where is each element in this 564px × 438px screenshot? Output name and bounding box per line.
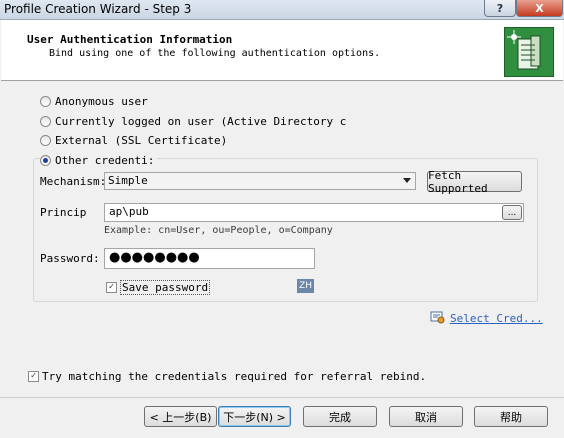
radio-other-credentials[interactable]: Other credenti: <box>40 154 158 167</box>
radio-other-credentials-label: Other credenti: <box>55 154 155 167</box>
save-password-label: Save password <box>120 280 211 295</box>
radio-external-button[interactable] <box>40 135 51 146</box>
radio-external[interactable]: External (SSL Certificate) <box>40 134 227 147</box>
server-icon <box>504 27 554 77</box>
help-button[interactable]: 帮助 <box>474 406 548 427</box>
title-bar: Profile Creation Wizard - Step 3 ? X <box>0 0 564 20</box>
radio-anonymous-button[interactable] <box>40 96 51 107</box>
help-titlebar-button[interactable]: ? <box>484 0 516 17</box>
save-password-check[interactable]: ✓ <box>106 282 117 293</box>
cancel-button[interactable]: 取消 <box>389 406 463 427</box>
back-button[interactable]: < 上一步(B) <box>144 406 217 427</box>
header-title: User Authentication Information <box>27 33 233 46</box>
principal-label: Princip <box>40 206 87 219</box>
finish-button[interactable]: 完成 <box>303 406 377 427</box>
fetch-supported-button[interactable]: Fetch Supported <box>427 169 522 195</box>
certificate-icon <box>430 310 445 327</box>
password-label: Password: <box>40 252 100 265</box>
principal-example: Example: cn=User, ou=People, o=Company <box>104 225 333 236</box>
radio-external-label: External (SSL Certificate) <box>55 134 228 147</box>
browse-principal-button[interactable]: ... <box>502 205 522 220</box>
close-button[interactable]: X <box>516 0 563 17</box>
radio-current-user[interactable]: Currently logged on user (Active Directo… <box>40 115 346 128</box>
password-masked: ●●●●●●●● <box>109 250 200 265</box>
save-password-checkbox[interactable]: ✓ Save password <box>106 280 211 295</box>
radio-anonymous[interactable]: Anonymous user <box>40 95 148 108</box>
mechanism-select[interactable]: Simple <box>104 172 416 190</box>
radio-other-credentials-button[interactable] <box>40 155 51 166</box>
referral-rebind-checkbox[interactable]: ✓ Try matching the credentials required … <box>28 370 426 383</box>
ime-badge: ZH <box>297 279 314 293</box>
principal-value: ap\pub <box>109 205 149 218</box>
principal-input[interactable]: ap\pub <box>104 203 524 222</box>
radio-current-user-label: Currently logged on user (Active Directo… <box>55 115 347 128</box>
mechanism-label: Mechanism: <box>40 175 107 188</box>
chevron-down-icon <box>403 178 411 183</box>
footer-divider <box>0 397 564 398</box>
next-button[interactable]: 下一步(N) > <box>218 406 291 427</box>
mechanism-value: Simple <box>108 174 148 187</box>
header-subtitle: Bind using one of the following authenti… <box>49 48 381 59</box>
wizard-header: User Authentication Information Bind usi… <box>1 20 563 81</box>
radio-anonymous-label: Anonymous user <box>55 95 148 108</box>
password-input[interactable]: ●●●●●●●● <box>104 248 315 269</box>
referral-rebind-label: Try matching the credentials required fo… <box>42 370 427 383</box>
window-title: Profile Creation Wizard - Step 3 <box>4 2 192 16</box>
referral-rebind-check[interactable]: ✓ <box>28 371 39 382</box>
select-credentials-link[interactable]: Select Cred... <box>430 310 543 327</box>
radio-current-user-button[interactable] <box>40 116 51 127</box>
select-credentials-label: Select Cred... <box>450 312 543 325</box>
